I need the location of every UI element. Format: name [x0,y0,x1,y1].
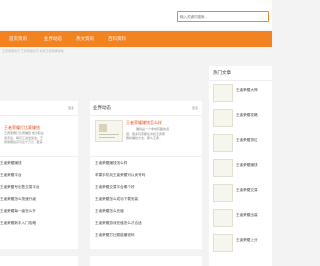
hot-article-item[interactable]: 王者荣耀出装 [213,209,269,232]
more-link[interactable]: 更多 [68,106,74,110]
hot-article-item[interactable]: 王者荣耀赚钱 [213,159,269,182]
hot-article-title[interactable]: 王者荣耀出装 [236,213,258,218]
hot-article-title[interactable]: 王者荣耀赚钱 [236,163,258,168]
search-box[interactable] [177,11,269,22]
list-item[interactable]: 王者荣耀怎么充值 [95,209,124,214]
hot-article-thumbnail[interactable] [213,209,233,227]
hot-article-item[interactable]: 王者荣耀大神 [213,84,269,107]
list-item[interactable]: 王者荣耀交易平台哪个好 [95,185,135,190]
list-item[interactable]: 王者荣耀赚钱怎么样 [95,161,127,166]
hot-article-thumbnail[interactable] [213,234,233,252]
hot-article-title[interactable]: 王者荣耀排位 [236,138,258,143]
list-item[interactable]: 王者荣耀新手入门攻略 [0,221,36,226]
list-item[interactable]: 王者荣耀怎么快速升级 [0,197,36,202]
feature-title[interactable]: 王者荣耀赚钱怎么样 [126,120,162,126]
hot-article-item[interactable]: 王者荣耀上分 [213,234,269,257]
middle-lower-panel [90,256,202,266]
header-bar [0,0,272,30]
feature-summary-line-3: 耀的赚钱方法，那么王者... [126,136,162,140]
search-input[interactable] [180,13,266,20]
nav-item-wiki[interactable]: 百科资料 [108,36,126,42]
list-item[interactable]: 王者荣耀平台 [0,173,22,178]
feature-thumbnail[interactable] [95,120,123,142]
hot-article-item[interactable]: 王者荣耀交易 [213,184,269,207]
nav-item-industry[interactable]: 业界动态 [44,36,62,42]
divider [90,156,202,157]
list-item[interactable]: 王者荣耀每一级怎么升 [0,209,36,214]
panel-title: 热门文章 [213,70,231,75]
hot-article-thumbnail[interactable] [213,159,233,177]
list-item[interactable]: 王者荣耀号出售交易平台 [0,185,40,190]
feature-summary-line-3: 者荣耀最高可达千万元...更多 [4,140,43,144]
middle-panel: 业界动态 更多 王者荣耀赚钱怎么样 赚钱是一个非常有趣的话 题，很多玩家都在寻找… [90,101,202,249]
list-item[interactable]: 王者荣耀怎么成功下载安装 [95,197,138,202]
nav-item-hot-news[interactable]: 热文资讯 [76,36,94,42]
hot-article-thumbnail[interactable] [213,109,233,127]
more-link[interactable]: 更多 [192,106,198,110]
panel-title: 业界动态 [93,105,111,110]
list-item[interactable]: 苹果手机玩王者荣耀可以卖号吗 [95,173,145,178]
list-item[interactable]: 王者荣耀游戏充值怎么才合适 [95,221,142,226]
hot-article-title[interactable]: 王者荣耀大神 [236,88,258,93]
hot-article-thumbnail[interactable] [213,134,233,152]
divider [90,115,202,116]
hot-article-item[interactable]: 王者荣耀攻略 [213,109,269,132]
nav-item-news[interactable]: 首页资讯 [9,36,27,42]
list-item[interactable]: 王者荣耀打比赛能赚钱吗 [95,233,135,238]
hot-article-title[interactable]: 王者荣耀上分 [236,238,258,243]
hot-article-thumbnail[interactable] [213,84,233,102]
breadcrumb: 王者荣耀资讯 王者荣耀资讯 最新王者荣耀攻略 [2,49,64,53]
divider [0,156,78,157]
divider [209,80,272,81]
divider [0,115,78,116]
hot-article-title[interactable]: 王者荣耀攻略 [236,113,258,118]
hot-article-title[interactable]: 王者荣耀交易 [236,188,258,193]
hot-article-item[interactable]: 王者荣耀排位 [213,134,269,157]
main-nav: 首页资讯 业界动态 热文资讯 百科资料 [0,31,272,47]
hot-article-thumbnail[interactable] [213,184,233,202]
list-item[interactable]: 王者荣耀赚钱 [0,161,22,166]
left-lower-panel [0,256,78,266]
left-panel: 更多 王者荣耀打比赛赚钱 王者荣耀打比赛赚钱 成为职业 选手后，每月工资加奖金，… [0,101,78,249]
